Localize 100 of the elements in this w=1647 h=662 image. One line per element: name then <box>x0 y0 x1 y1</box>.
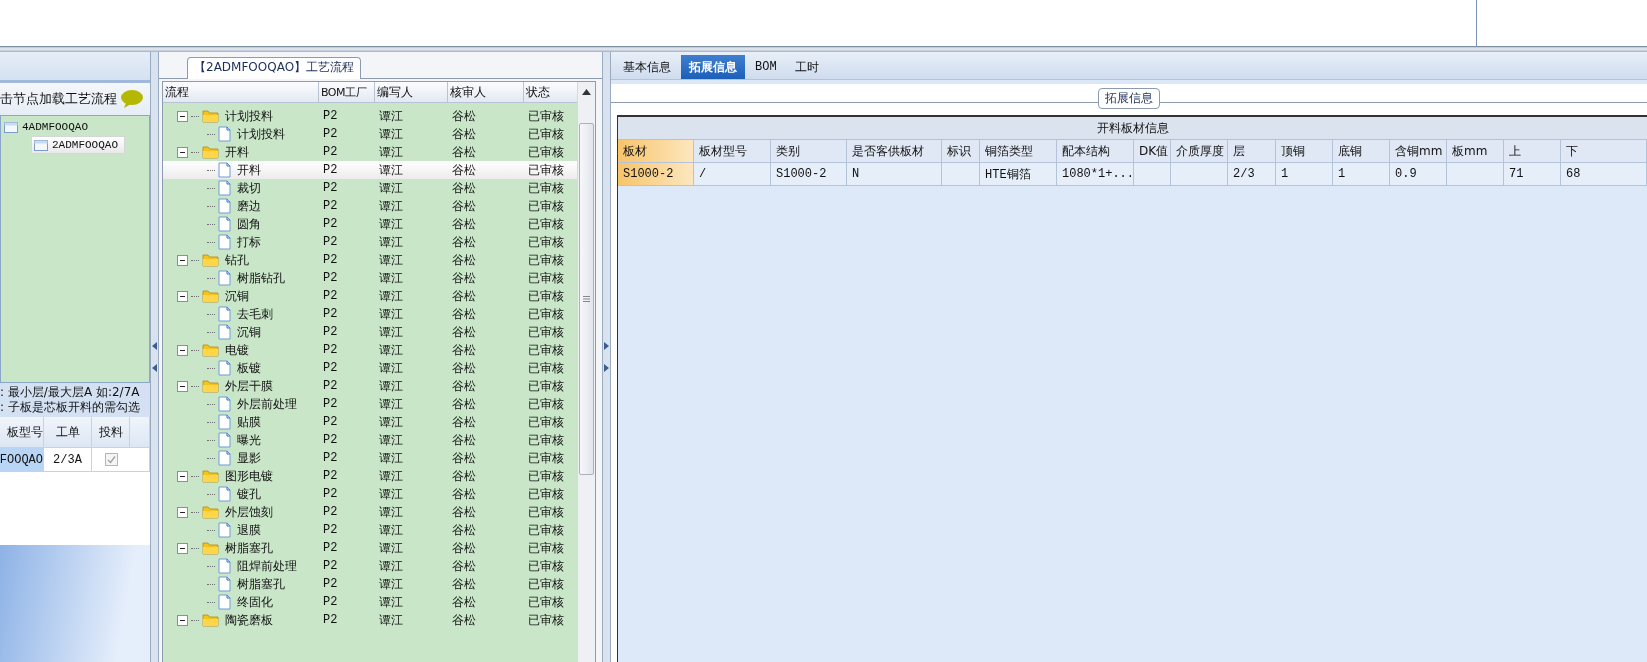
collapse-icon[interactable] <box>177 254 188 266</box>
tree-row[interactable]: 镀孔 P2 谭江 谷松 已审核 <box>163 485 577 503</box>
table-cell-text: 谭江 <box>378 107 404 125</box>
tree-row[interactable]: 计划投料 P2 谭江 谷松 已审核 <box>163 107 577 125</box>
tree-row[interactable]: 钻孔 P2 谭江 谷松 已审核 <box>163 251 577 269</box>
splitter-arrow-icon[interactable] <box>604 342 609 350</box>
checkbox[interactable] <box>104 453 118 466</box>
table-cell-text: 谭江 <box>378 449 404 467</box>
tree-row[interactable]: 陶瓷磨板 P2 谭江 谷松 已审核 <box>163 611 577 629</box>
column-header[interactable]: 含铜mm <box>1390 140 1447 162</box>
column-header[interactable]: 下 <box>1561 140 1647 162</box>
tree-item-label: 树脂钻孔 <box>236 269 285 287</box>
splitter-arrow-icon[interactable] <box>604 364 609 372</box>
table-cell-text: 已审核 <box>527 395 565 413</box>
tree-row[interactable]: 曝光 P2 谭江 谷松 已审核 <box>163 431 577 449</box>
tree-row[interactable]: 外层干膜 P2 谭江 谷松 已审核 <box>163 377 577 395</box>
collapse-icon[interactable] <box>177 110 188 122</box>
tree-item[interactable]: 4ADMFOOQAO <box>1 118 95 136</box>
collapse-icon[interactable] <box>177 470 188 482</box>
document-icon <box>218 234 231 250</box>
column-header[interactable]: 底铜 <box>1333 140 1390 162</box>
scroll-up-icon[interactable] <box>582 89 591 95</box>
column-header[interactable]: 核审人 <box>448 82 524 102</box>
table-cell-text: 谭江 <box>378 143 404 161</box>
table-cell-text: 已审核 <box>527 197 565 215</box>
column-header[interactable]: BOM工厂 <box>319 82 375 102</box>
table-cell-text: 已审核 <box>527 413 565 431</box>
column-header[interactable]: 是否客供板材 <box>847 140 942 162</box>
tree-row[interactable]: 沉铜 P2 谭江 谷松 已审核 <box>163 287 577 305</box>
column-header[interactable]: 工单 <box>44 417 92 447</box>
tree-row[interactable]: 贴膜 P2 谭江 谷松 已审核 <box>163 413 577 431</box>
splitter-arrow-icon[interactable] <box>152 364 157 372</box>
tab[interactable]: 基本信息 <box>615 55 679 79</box>
tree-row[interactable]: 磨边 P2 谭江 谷松 已审核 <box>163 197 577 215</box>
tab[interactable]: BOM <box>747 55 785 79</box>
column-header[interactable]: 介质厚度 <box>1171 140 1228 162</box>
tree-row[interactable]: 图形电镀 P2 谭江 谷松 已审核 <box>163 467 577 485</box>
column-header[interactable]: 板mm <box>1447 140 1504 162</box>
table-cell: N <box>847 163 942 185</box>
tree-item-label: 开料 <box>224 143 249 161</box>
table-cell-text: 谭江 <box>378 287 404 305</box>
column-header[interactable]: 类别 <box>771 140 847 162</box>
tree-row[interactable]: 显影 P2 谭江 谷松 已审核 <box>163 449 577 467</box>
tab[interactable]: 工时 <box>786 55 827 79</box>
column-header[interactable]: 板材型号 <box>694 140 771 162</box>
column-header[interactable]: 板材 <box>618 140 694 162</box>
tree-row[interactable]: 板镀 P2 谭江 谷松 已审核 <box>163 359 577 377</box>
tree-row[interactable]: 阻焊前处理 P2 谭江 谷松 已审核 <box>163 557 577 575</box>
column-header[interactable]: 配本结构 <box>1057 140 1134 162</box>
column-header[interactable]: 标识 <box>942 140 980 162</box>
table-cell-text: P2 <box>322 594 339 611</box>
table-cell-text: 谭江 <box>378 611 404 629</box>
tree-item[interactable]: 2ADMFOOQAO <box>31 136 125 154</box>
collapse-icon[interactable] <box>177 380 188 392</box>
column-header[interactable]: 顶铜 <box>1276 140 1333 162</box>
collapse-icon[interactable] <box>177 290 188 302</box>
column-header[interactable]: DK值 <box>1134 140 1171 162</box>
collapse-icon[interactable] <box>177 506 188 518</box>
table-cell-text: P2 <box>322 396 339 413</box>
folder-icon <box>202 469 219 483</box>
tab[interactable]: 拓展信息 <box>681 55 745 79</box>
splitter-arrow-icon[interactable] <box>152 342 157 350</box>
collapse-icon[interactable] <box>177 344 188 356</box>
tree-row[interactable]: 退膜 P2 谭江 谷松 已审核 <box>163 521 577 539</box>
tree-row[interactable]: 计划投料 P2 谭江 谷松 已审核 <box>163 125 577 143</box>
tree-row[interactable]: 树脂钻孔 P2 谭江 谷松 已审核 <box>163 269 577 287</box>
table-cell-text: 已审核 <box>527 557 565 575</box>
tree-row[interactable]: 沉铜 P2 谭江 谷松 已审核 <box>163 323 577 341</box>
column-header[interactable]: 编写人 <box>375 82 448 102</box>
table-cell-text: P2 <box>322 216 339 233</box>
tree-row[interactable]: 裁切 P2 谭江 谷松 已审核 <box>163 179 577 197</box>
tree-row[interactable]: 开料 P2 谭江 谷松 已审核 <box>163 161 577 179</box>
tree-row[interactable]: 开料 P2 谭江 谷松 已审核 <box>163 143 577 161</box>
column-header[interactable]: 上 <box>1504 140 1561 162</box>
scrollbar-thumb[interactable] <box>579 123 594 475</box>
collapse-icon[interactable] <box>177 146 188 158</box>
tree-row[interactable]: 树脂塞孔 P2 谭江 谷松 已审核 <box>163 575 577 593</box>
tree-row[interactable]: 圆角 P2 谭江 谷松 已审核 <box>163 215 577 233</box>
column-header[interactable]: 铜箔类型 <box>980 140 1057 162</box>
tree-row[interactable]: 电镀 P2 谭江 谷松 已审核 <box>163 341 577 359</box>
column-header[interactable]: 板型号 <box>0 417 44 447</box>
tree-row[interactable]: 终固化 P2 谭江 谷松 已审核 <box>163 593 577 611</box>
tree-row[interactable]: 打标 P2 谭江 谷松 已审核 <box>163 233 577 251</box>
tree-row[interactable]: 外层蚀刻 P2 谭江 谷松 已审核 <box>163 503 577 521</box>
tree-item-label: 阻焊前处理 <box>236 557 297 575</box>
column-header[interactable]: 流程 <box>163 82 319 102</box>
table-cell-text: 谷松 <box>451 161 477 179</box>
table-cell-text: 谷松 <box>451 395 477 413</box>
tree-row[interactable]: 外层前处理 P2 谭江 谷松 已审核 <box>163 395 577 413</box>
document-icon <box>218 162 231 178</box>
tree-row[interactable]: 去毛刺 P2 谭江 谷松 已审核 <box>163 305 577 323</box>
collapse-icon[interactable] <box>177 614 188 626</box>
collapse-icon[interactable] <box>177 542 188 554</box>
table-cell-text: 谭江 <box>378 467 404 485</box>
column-header[interactable]: 层 <box>1228 140 1276 162</box>
document-icon <box>218 324 231 340</box>
column-header[interactable]: 投料 <box>92 417 130 447</box>
tree-row[interactable]: 树脂塞孔 P2 谭江 谷松 已审核 <box>163 539 577 557</box>
tree-item-label: 开料 <box>236 161 261 179</box>
tree-item-label: 钻孔 <box>224 251 249 269</box>
